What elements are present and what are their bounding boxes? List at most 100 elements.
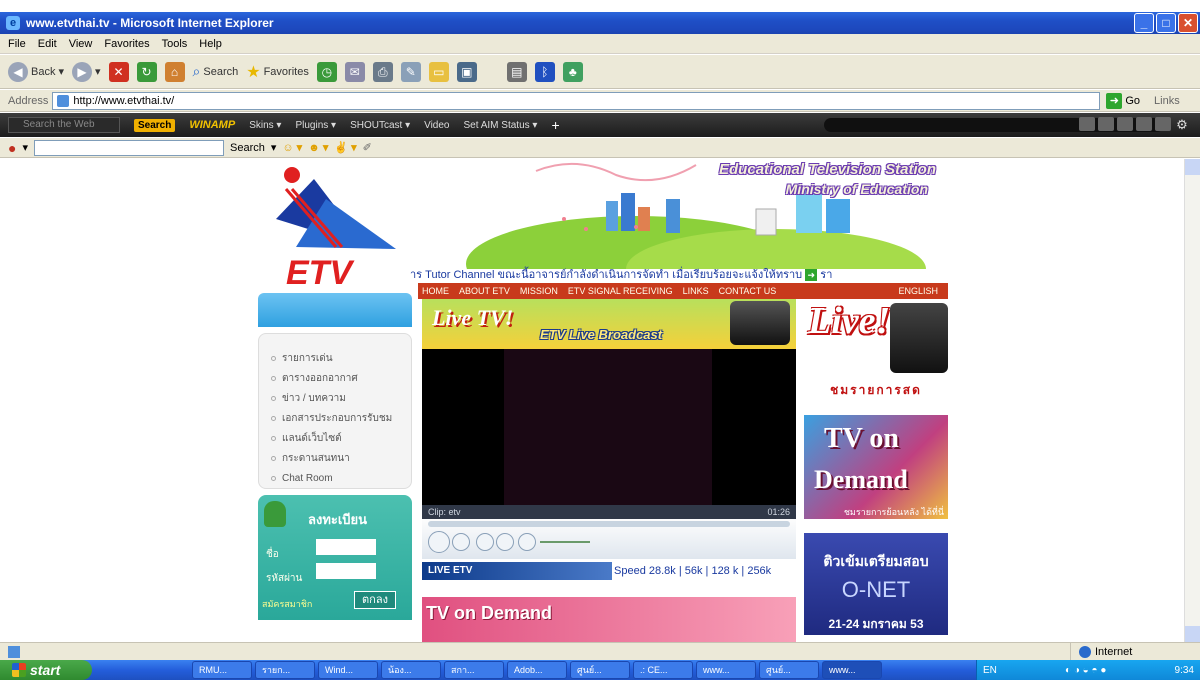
winamp-pause-icon[interactable]	[1117, 117, 1133, 131]
address-input[interactable]: http://www.etvthai.tv/	[52, 91, 1101, 110]
favorites-button[interactable]: ★ Favorites	[246, 62, 309, 82]
task-button[interactable]: น้อง...	[381, 661, 441, 679]
history-icon[interactable]: ◷	[316, 61, 337, 82]
task-button[interactable]: รายก...	[255, 661, 315, 679]
bluetooth-icon[interactable]: ᛒ	[534, 61, 555, 82]
task-button[interactable]: สกา...	[444, 661, 504, 679]
left-menu-item[interactable]: ข่าว / บทความ	[271, 388, 411, 408]
etv-logo[interactable]: ETV	[256, 159, 406, 292]
speed-options[interactable]: Speed 28.8k | 56k | 128 k | 256k	[614, 565, 771, 577]
smiley-icon[interactable]: ☺ ▾	[282, 141, 302, 154]
winamp-stop-icon[interactable]	[1136, 117, 1152, 131]
video-area[interactable]	[422, 349, 796, 505]
menu-edit[interactable]: Edit	[38, 38, 57, 50]
fast-forward-icon[interactable]	[496, 533, 514, 551]
task-button[interactable]: Adob...	[507, 661, 567, 679]
task-button[interactable]: RMU...	[192, 661, 252, 679]
volume-icon[interactable]	[518, 533, 536, 551]
scroll-up-icon[interactable]	[1185, 159, 1200, 175]
nav-about[interactable]: ABOUT ETV	[459, 286, 510, 296]
winamp-shoutcast[interactable]: SHOUTcast ▾	[350, 120, 410, 131]
winamp-prev-icon[interactable]	[1079, 117, 1095, 131]
winamp-video[interactable]: Video	[424, 120, 449, 131]
seek-bar[interactable]	[428, 521, 790, 527]
task-button[interactable]: Wind...	[318, 661, 378, 679]
menu-file[interactable]: File	[8, 38, 26, 50]
winamp-search-button[interactable]: Search	[134, 118, 176, 132]
back-button[interactable]: ◀ Back ▾	[8, 61, 64, 82]
task-button[interactable]: ศูนย์...	[570, 661, 630, 679]
tv-on-demand-strip[interactable]: TV on Demand	[422, 597, 796, 642]
scroll-down-icon[interactable]	[1185, 626, 1200, 642]
rewind-icon[interactable]	[476, 533, 494, 551]
menu-tools[interactable]: Tools	[162, 38, 188, 50]
refresh-icon[interactable]: ↻	[136, 61, 157, 82]
nav-home[interactable]: HOME	[422, 286, 449, 296]
winamp-play-icon[interactable]	[1098, 117, 1114, 131]
live-promo[interactable]: Live! ชมรายการสด	[804, 299, 948, 399]
winamp-next-icon[interactable]	[1155, 117, 1171, 131]
maximize-button[interactable]: □	[1156, 13, 1176, 33]
nav-mission[interactable]: MISSION	[520, 286, 558, 296]
nav-signal[interactable]: ETV SIGNAL RECEIVING	[568, 286, 673, 296]
marquee-arrow-icon[interactable]: ➜	[805, 269, 818, 281]
nav-english[interactable]: ENGLISH	[898, 286, 938, 296]
folder-icon[interactable]: ▭	[428, 61, 449, 82]
edit-icon[interactable]: ✎	[400, 61, 421, 82]
left-menu-item[interactable]: รายการเด่น	[271, 348, 411, 368]
highlight-icon[interactable]: ✐	[363, 141, 372, 154]
home-icon[interactable]: ⌂	[164, 61, 185, 82]
left-menu-item[interactable]: ตารางออกอากาศ	[271, 368, 411, 388]
winamp-add-icon[interactable]: +	[551, 117, 559, 133]
login-name-input[interactable]	[316, 539, 376, 555]
task-button[interactable]: www...	[696, 661, 756, 679]
wink-icon[interactable]: ✌ ▾	[334, 141, 356, 154]
ladybug-icon[interactable]: ●	[8, 140, 16, 156]
language-indicator[interactable]: EN	[983, 665, 997, 676]
go-button[interactable]: ➜ Go	[1106, 92, 1140, 109]
login-submit-button[interactable]: ตกลง	[354, 591, 396, 609]
nav-links[interactable]: LINKS	[683, 286, 709, 296]
winamp-logo[interactable]: WINAMP	[189, 119, 235, 131]
stop-icon[interactable]	[452, 533, 470, 551]
menu-view[interactable]: View	[69, 38, 93, 50]
login-password-input[interactable]	[316, 563, 376, 579]
task-button[interactable]: .: CE...	[633, 661, 693, 679]
task-button[interactable]: www...	[822, 661, 882, 679]
left-menu-item[interactable]: แลนด์เว็บไซต์	[271, 428, 411, 448]
search-button[interactable]: ⌕ Search	[193, 63, 239, 80]
users-icon[interactable]: ♣	[562, 61, 583, 82]
ext-search-input[interactable]	[34, 139, 224, 156]
tv-on-demand-promo[interactable]: TV on Demand ชมรายการย้อนหลัง ได้ที่นี่	[804, 415, 948, 519]
stop-icon[interactable]: ✕	[108, 61, 129, 82]
left-menu-item[interactable]: กระดานสนทนา	[271, 448, 411, 468]
minimize-button[interactable]: _	[1134, 13, 1154, 33]
emoticon-icon[interactable]: ☻ ▾	[308, 141, 328, 154]
register-link[interactable]: สมัครสมาชิก	[262, 597, 312, 611]
left-menu-item[interactable]: Chat Room	[271, 468, 411, 488]
start-button[interactable]: start	[0, 660, 92, 680]
winamp-skins[interactable]: Skins ▾	[249, 120, 281, 131]
left-menu-item[interactable]: เอกสารประกอบการรับชม	[271, 408, 411, 428]
print-icon[interactable]: ⎙	[372, 61, 393, 82]
mail-icon[interactable]: ✉	[344, 61, 365, 82]
close-button[interactable]: ✕	[1178, 13, 1198, 33]
onet-promo[interactable]: ติวเข้มเตรียมสอบ O-NET 21-24 มกราคม 53	[804, 533, 948, 635]
winamp-search-input[interactable]: Search the Web	[8, 117, 120, 133]
ext-search-button[interactable]: Search	[230, 142, 265, 154]
winamp-plugins[interactable]: Plugins ▾	[295, 120, 336, 131]
menu-favorites[interactable]: Favorites	[104, 38, 149, 50]
start-label: start	[30, 662, 61, 678]
nav-contact[interactable]: CONTACT US	[719, 286, 777, 296]
volume-slider[interactable]	[540, 541, 590, 543]
links-button[interactable]: Links	[1154, 95, 1180, 107]
winamp-aim-status[interactable]: Set AIM Status ▾	[464, 120, 538, 131]
gear-icon[interactable]: ⚙	[1174, 117, 1190, 132]
menu-help[interactable]: Help	[199, 38, 222, 50]
vertical-scrollbar[interactable]	[1184, 159, 1200, 642]
research-icon[interactable]: ▤	[506, 61, 527, 82]
messenger-icon[interactable]: ▣	[456, 61, 477, 82]
task-button[interactable]: ศูนย์...	[759, 661, 819, 679]
play-icon[interactable]	[428, 531, 450, 553]
forward-button[interactable]: ▶ ▾	[72, 61, 101, 82]
